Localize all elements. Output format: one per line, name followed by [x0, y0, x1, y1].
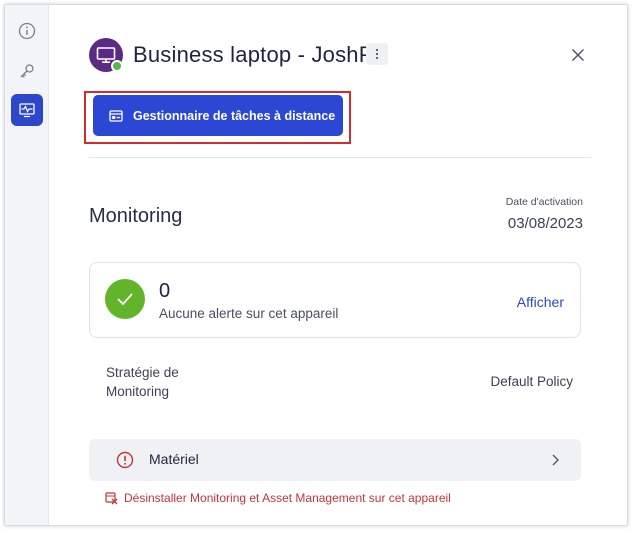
alert-count: 0 [159, 280, 171, 302]
divider [89, 157, 591, 158]
rail-key-button[interactable] [11, 55, 43, 87]
close-button[interactable] [568, 45, 588, 65]
info-icon [18, 22, 36, 40]
device-title: Business laptop - JoshP [133, 42, 374, 67]
policy-value: Default Policy [490, 374, 573, 389]
show-alerts-link[interactable]: Afficher [517, 294, 564, 310]
rail-monitoring-button[interactable] [11, 94, 43, 126]
side-rail [5, 5, 49, 525]
uninstall-label: Désinstaller Monitoring et Asset Managem… [124, 491, 451, 505]
remote-task-manager-label: Gestionnaire de tâches à distance [133, 108, 336, 123]
section-title: Monitoring [89, 205, 183, 227]
policy-label: Stratégie de Monitoring [106, 365, 179, 399]
alert-message: Aucune alerte sur cet appareil [159, 306, 339, 321]
close-icon [571, 48, 585, 62]
uninstall-icon [105, 491, 118, 504]
monitoring-icon [19, 103, 35, 118]
hardware-label: Matériel [149, 451, 199, 467]
status-ok-badge [105, 279, 145, 319]
kebab-menu-icon [375, 48, 379, 60]
rail-info-button[interactable] [11, 15, 43, 47]
uninstall-link[interactable]: Désinstaller Monitoring et Asset Managem… [105, 491, 451, 505]
more-options-button[interactable] [366, 43, 388, 65]
activation-date-label: Date d'activation [505, 196, 583, 208]
hardware-row[interactable]: Matériel [89, 439, 581, 481]
activation-date-value: 03/08/2023 [507, 215, 583, 232]
device-panel-window: Business laptop - JoshP Gestionnaire de … [4, 4, 628, 526]
warning-circle-icon [116, 451, 134, 469]
online-status-dot [111, 60, 123, 72]
remote-task-manager-button[interactable]: Gestionnaire de tâches à distance [93, 95, 343, 136]
check-icon [117, 293, 133, 306]
alerts-card: 0 Aucune alerte sur cet appareil Affiche… [89, 262, 581, 338]
task-manager-icon [109, 109, 123, 122]
device-panel: Business laptop - JoshP Gestionnaire de … [49, 5, 627, 525]
chevron-right-icon [552, 454, 559, 466]
key-icon [20, 64, 34, 78]
